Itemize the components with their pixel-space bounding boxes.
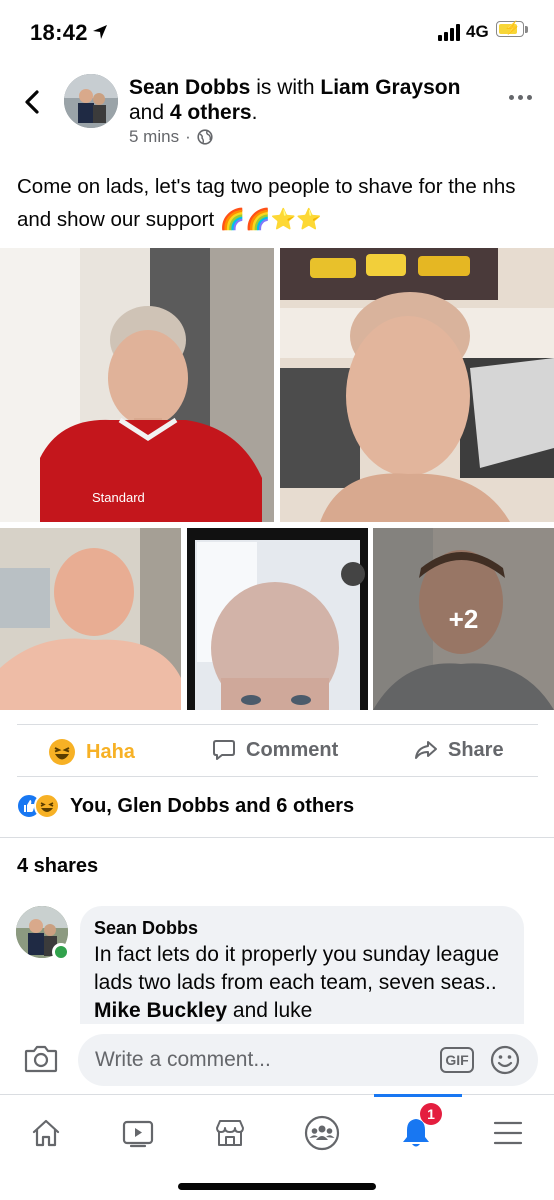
tab-home[interactable] <box>26 1113 66 1153</box>
comment-author[interactable]: Sean Dobbs <box>94 918 510 939</box>
tab-groups[interactable] <box>302 1113 342 1153</box>
comment-mention[interactable]: Mike Buckley <box>94 999 227 1022</box>
tagged-name[interactable]: Liam Grayson <box>320 76 460 99</box>
haha-button[interactable]: Haha <box>48 738 135 766</box>
online-status-icon <box>52 943 70 961</box>
author-name[interactable]: Sean Dobbs <box>129 76 250 99</box>
svg-text:Standard: Standard <box>92 490 145 505</box>
post-photo-3[interactable] <box>0 528 181 710</box>
status-bar: 18:42 4G ⚡ <box>0 0 554 62</box>
post-text: Come on lads, let's tag two people to sh… <box>17 175 516 231</box>
comment-icon <box>213 740 235 760</box>
tab-menu[interactable] <box>488 1113 528 1153</box>
menu-icon <box>493 1121 523 1145</box>
camera-icon[interactable] <box>24 1044 58 1074</box>
post-meta: 5 mins · <box>129 127 213 147</box>
back-arrow-icon[interactable] <box>22 90 44 114</box>
marketplace-icon <box>216 1120 244 1146</box>
tab-watch[interactable] <box>118 1113 158 1153</box>
active-tab-indicator <box>374 1094 462 1097</box>
post-photo-1[interactable]: Standard <box>0 248 274 522</box>
globe-icon <box>197 129 213 145</box>
share-button[interactable]: Share <box>414 738 504 762</box>
home-indicator <box>178 1183 376 1190</box>
author-avatar[interactable] <box>64 74 118 128</box>
reactions-summary[interactable]: You, Glen Dobbs and 6 others <box>16 793 354 819</box>
emoji-icon[interactable] <box>490 1045 520 1075</box>
watch-icon <box>122 1120 154 1148</box>
groups-icon <box>304 1115 340 1151</box>
location-arrow-icon <box>93 25 107 39</box>
comment-text: In fact lets do it properly you sunday l… <box>94 943 500 1022</box>
notifications-badge: 1 <box>420 1103 442 1125</box>
haha-icon <box>49 739 75 765</box>
share-icon <box>415 741 437 759</box>
home-icon <box>32 1119 60 1147</box>
status-time: 18:42 <box>30 20 88 45</box>
battery-icon: ⚡ <box>496 20 524 37</box>
post-time[interactable]: 5 mins <box>129 127 179 147</box>
action-bar: Haha Comment Share <box>0 724 554 780</box>
post-photo-4[interactable] <box>187 528 368 710</box>
bottom-tab-bar: 1 <box>0 1094 554 1200</box>
post-photo-5[interactable]: +2 <box>373 528 554 710</box>
comment-composer: Write a comment... GIF <box>0 1024 554 1094</box>
tagged-others[interactable]: 4 others <box>170 101 252 124</box>
gif-icon[interactable]: GIF <box>440 1047 474 1073</box>
shares-count[interactable]: 4 shares <box>17 855 98 878</box>
network-label: 4G <box>466 22 489 41</box>
more-icon[interactable] <box>509 95 532 100</box>
haha-reaction-icon <box>34 793 60 819</box>
comment-button[interactable]: Comment <box>212 738 338 762</box>
signal-icon <box>438 24 464 41</box>
post-photo-2[interactable] <box>280 248 554 522</box>
comment-input[interactable]: Write a comment... GIF <box>78 1034 538 1086</box>
post-header: Sean Dobbs is with Liam Grayson and 4 ot… <box>129 76 461 124</box>
tab-marketplace[interactable] <box>210 1113 250 1153</box>
more-photos-overlay[interactable]: +2 <box>373 528 554 710</box>
